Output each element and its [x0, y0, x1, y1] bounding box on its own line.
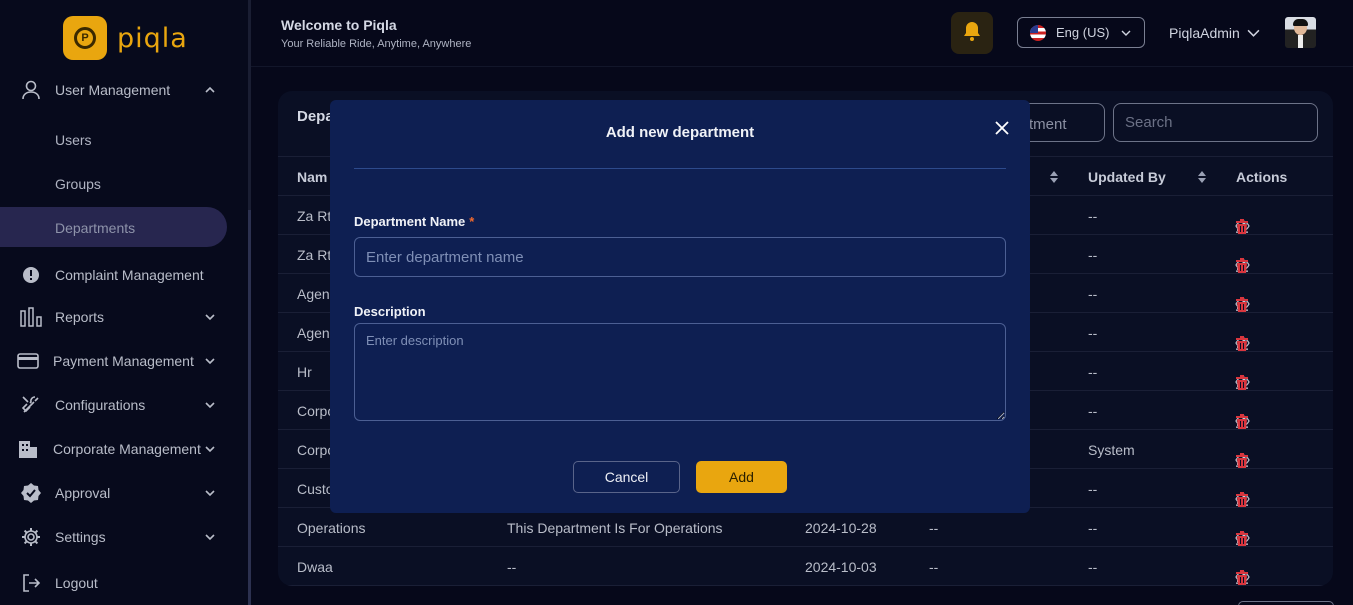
add-button[interactable]: Add: [696, 461, 787, 493]
modal-title: Add new department: [605, 124, 755, 141]
divider: [354, 168, 1006, 169]
description-textarea[interactable]: [354, 323, 1006, 421]
close-icon[interactable]: [993, 119, 1011, 137]
description-label: Description: [354, 304, 426, 319]
department-name-label: Department Name *: [354, 214, 475, 229]
cancel-button[interactable]: Cancel: [573, 461, 680, 493]
department-name-input[interactable]: [354, 237, 1006, 277]
required-mark: *: [469, 214, 475, 229]
add-department-modal: Add new department Department Name* Desc…: [330, 100, 1030, 513]
